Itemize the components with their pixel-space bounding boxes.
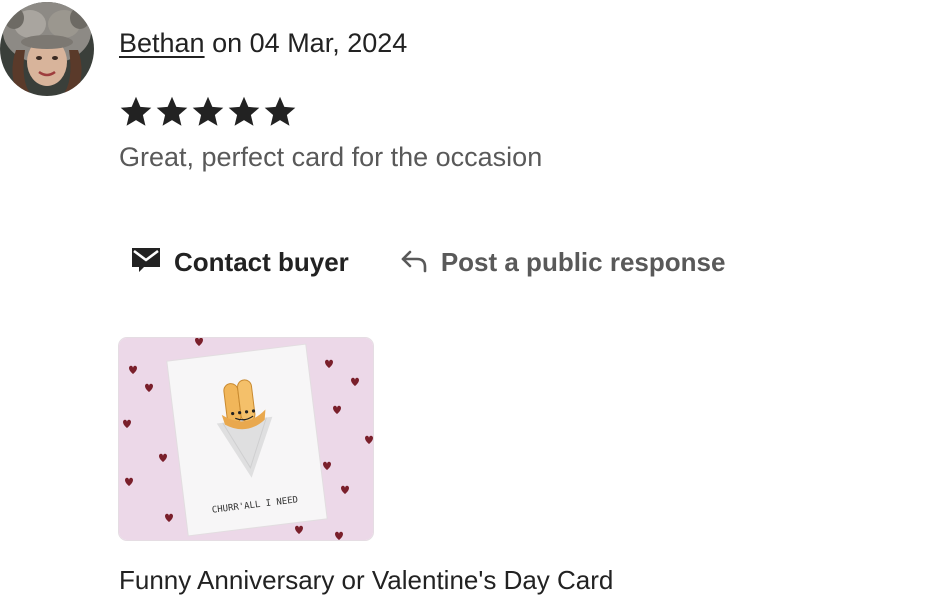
envelope-icon bbox=[130, 244, 162, 281]
star-icon bbox=[120, 96, 152, 126]
star-icon bbox=[192, 96, 224, 126]
reviewer-avatar[interactable] bbox=[0, 2, 94, 96]
star-rating bbox=[118, 93, 298, 131]
post-public-response-label: Post a public response bbox=[440, 247, 726, 277]
review-meta: Bethan on 04 Mar, 2024 bbox=[119, 26, 407, 60]
listing-thumbnail[interactable]: CHURR'ALL I NEED bbox=[118, 337, 374, 541]
review-text: Great, perfect card for the occasion bbox=[119, 142, 543, 172]
post-public-response-button[interactable]: Post a public response bbox=[399, 245, 726, 280]
review-actions: Contact buyer Post a public response bbox=[130, 244, 725, 281]
star-icon bbox=[228, 96, 260, 126]
review-date-prefix: on bbox=[212, 28, 243, 58]
reply-arrow-icon bbox=[399, 245, 429, 280]
contact-buyer-label: Contact buyer bbox=[174, 247, 349, 277]
review-date: 04 Mar, 2024 bbox=[249, 28, 408, 58]
reviewer-name-link[interactable]: Bethan bbox=[119, 28, 205, 58]
star-icon bbox=[156, 96, 188, 126]
listing-title-link[interactable]: Funny Anniversary or Valentine's Day Car… bbox=[119, 563, 613, 597]
star-icon bbox=[264, 96, 296, 126]
contact-buyer-button[interactable]: Contact buyer bbox=[130, 244, 349, 281]
